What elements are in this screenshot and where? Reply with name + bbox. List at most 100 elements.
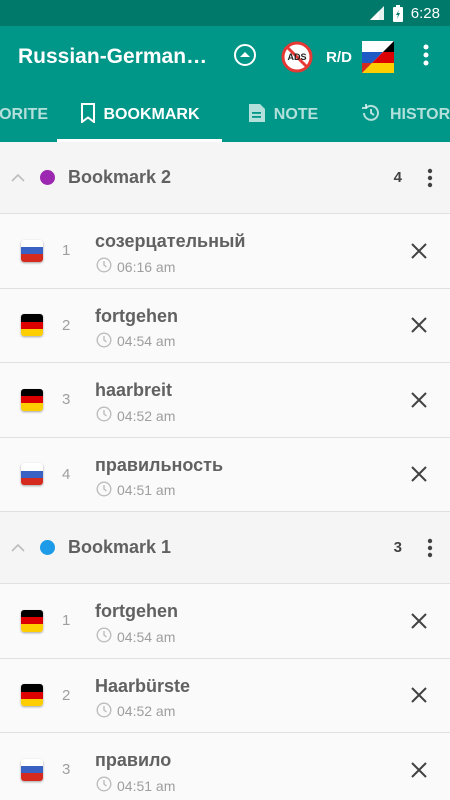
clock-icon [96, 480, 112, 500]
close-icon [411, 243, 427, 259]
group-count: 3 [393, 539, 402, 556]
remove-ads-button[interactable]: ADS [280, 26, 314, 88]
item-time: 04:54 am [96, 627, 175, 646]
remove-item-button[interactable] [410, 612, 428, 630]
item-number: 2 [62, 686, 71, 704]
close-icon [411, 687, 427, 703]
bookmark-group-header[interactable]: Bookmark 1 3 [0, 512, 450, 584]
group-color-dot [40, 170, 55, 185]
battery-icon [392, 4, 403, 22]
item-word: haarbreit [95, 380, 173, 400]
remove-item-button[interactable] [410, 391, 428, 409]
bookmark-item[interactable]: 3 правило 04:51 am [0, 733, 450, 800]
bookmark-item[interactable]: 2 fortgehen 04:54 am [0, 288, 450, 363]
clock-icon [96, 257, 112, 276]
app-bar: Russian-German Dictionary ADS R/D [0, 26, 450, 88]
russian-flag-icon [21, 758, 43, 781]
tab-bookmark[interactable]: BOOKMARK [57, 88, 222, 142]
item-time: 04:52 am [96, 701, 176, 721]
item-word: fortgehen [95, 305, 178, 326]
bookmark-item[interactable]: 1 fortgehen 04:54 am [0, 584, 450, 659]
tab-favorite[interactable]: FAVORITE [0, 88, 48, 142]
russian-flag-icon [21, 463, 43, 486]
ru-de-flag-icon [362, 41, 394, 73]
item-time-text: 04:54 am [117, 333, 176, 349]
item-number: 4 [62, 465, 71, 483]
chevron-up-icon[interactable] [10, 170, 26, 186]
item-time: 04:54 am [96, 331, 176, 351]
status-time: 6:28 [410, 4, 440, 22]
group-more-vert-icon[interactable] [422, 166, 438, 190]
tab-note-label: NOTE [273, 106, 319, 123]
item-word: правило [95, 750, 172, 770]
item-time-text: 04:51 am [117, 482, 176, 498]
ads-label: ADS [287, 52, 307, 62]
german-flag-icon [21, 609, 43, 632]
item-time-text: 06:16 am [117, 258, 176, 275]
item-word: Haarbürste [95, 675, 191, 696]
item-number: 1 [62, 612, 71, 630]
clock-icon [96, 406, 112, 425]
item-time-text: 04:52 am [117, 407, 176, 424]
collapse-all-button[interactable] [228, 26, 262, 88]
item-time: 04:51 am [96, 480, 176, 500]
item-number: 3 [62, 761, 71, 779]
remove-item-button[interactable] [410, 761, 428, 779]
close-icon [411, 613, 427, 629]
close-icon [411, 392, 427, 408]
signal-icon [369, 5, 385, 21]
german-flag-icon [21, 684, 43, 707]
history-icon [360, 102, 382, 129]
item-number: 2 [62, 316, 71, 334]
group-color-dot [40, 540, 55, 555]
bookmark-item[interactable]: 1 созерцательный 06:16 am [0, 214, 450, 289]
item-time-text: 04:51 am [117, 777, 176, 794]
item-time: 04:51 am [96, 776, 175, 795]
clock-icon [96, 701, 112, 721]
close-icon [411, 317, 427, 333]
item-number: 1 [62, 242, 71, 260]
bookmark-item[interactable]: 3 haarbreit 04:52 am [0, 363, 450, 438]
item-time-text: 04:54 am [117, 628, 176, 645]
status-bar: 6:28 [0, 0, 450, 26]
bookmark-item[interactable]: 2 Haarbürste 04:52 am [0, 658, 450, 733]
bookmark-item[interactable]: 4 правильность 04:51 am [0, 437, 450, 512]
overflow-menu-button[interactable] [412, 26, 440, 88]
tab-note[interactable]: NOTE [238, 88, 328, 142]
item-word: fortgehen [95, 601, 178, 621]
group-title: Bookmark 1 [68, 537, 172, 557]
item-time: 04:52 am [96, 406, 175, 425]
item-time: 06:16 am [96, 257, 175, 276]
german-flag-icon [21, 314, 43, 337]
tab-bookmark-label: BOOKMARK [103, 106, 200, 123]
remove-item-button[interactable] [410, 686, 428, 704]
item-word: созерцательный [95, 231, 246, 251]
close-icon [411, 466, 427, 482]
tab-history[interactable]: HISTORY [360, 88, 450, 142]
chevron-up-circle-icon [233, 43, 257, 72]
remove-item-button[interactable] [410, 465, 428, 483]
app-title: Russian-German Dictionary [18, 45, 208, 68]
russian-flag-icon [21, 239, 43, 262]
german-flag-icon [21, 388, 43, 411]
remove-item-button[interactable] [410, 242, 428, 260]
bookmark-group-header[interactable]: Bookmark 2 4 [0, 142, 450, 214]
remove-item-button[interactable] [410, 316, 428, 334]
bookmark-list: Bookmark 2 4 1 созерцательный 06:16 am 2… [0, 142, 450, 800]
clock-icon [96, 627, 112, 646]
bookmark-icon [80, 102, 96, 128]
tab-bar: FAVORITE BOOKMARK NOTE HISTORY [0, 88, 450, 142]
group-more-vert-icon[interactable] [422, 536, 438, 560]
item-time-text: 04:52 am [117, 703, 176, 719]
clock-icon [96, 331, 112, 351]
tab-history-label: HISTORY [390, 106, 450, 123]
clock-icon [96, 776, 112, 795]
tab-favorite-label: FAVORITE [0, 106, 48, 123]
item-word: правильность [95, 454, 224, 475]
dictionary-direction-label[interactable]: R/D [322, 26, 356, 88]
language-switch-button[interactable] [360, 26, 396, 88]
close-icon [411, 762, 427, 778]
group-title: Bookmark 2 [68, 167, 172, 187]
more-vert-icon [423, 44, 429, 71]
chevron-up-icon[interactable] [10, 540, 26, 556]
